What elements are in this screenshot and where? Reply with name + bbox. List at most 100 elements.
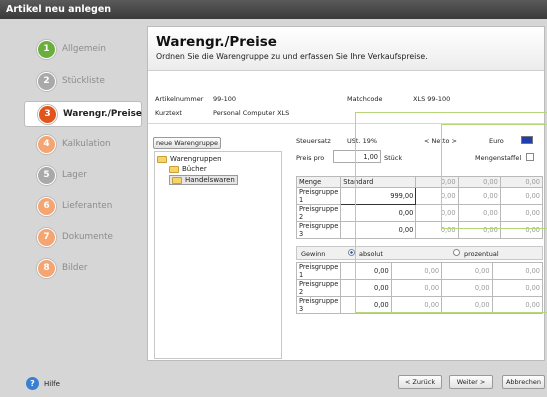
table-cell[interactable]: 0,00 — [415, 176, 459, 188]
page-subtitle: Ordnen Sie die Warengruppe zu und erfass… — [156, 52, 428, 61]
back-button[interactable]: < Zurück — [398, 375, 442, 389]
cancel-button[interactable]: Abbrechen — [502, 375, 545, 389]
profit-cell[interactable]: 0,00 — [441, 296, 493, 314]
staffel-label: Mengenstaffel — [475, 154, 522, 162]
profit-cell[interactable]: 0,00 — [390, 279, 443, 297]
step-lager[interactable]: 5 Lager — [24, 163, 142, 187]
step-number: 1 — [37, 39, 56, 59]
percent-radio[interactable] — [453, 249, 460, 256]
price-cell[interactable]: 0,00 — [499, 220, 544, 239]
folder-icon — [169, 165, 179, 173]
step-label: Allgemein — [62, 44, 106, 54]
step-dokumente[interactable]: 7 Dokumente — [24, 225, 142, 249]
profit-cell[interactable]: 0,00 — [390, 296, 443, 314]
profit-cell[interactable]: 0,00 — [390, 262, 443, 280]
dialog-window: Artikel neu anlegen 1 Allgemein 2 Stückl… — [0, 0, 547, 397]
step-number: 8 — [37, 258, 56, 278]
profit-header — [296, 246, 543, 260]
page-title: Warengr./Preise — [156, 34, 277, 50]
step-label: Bilder — [62, 263, 88, 273]
table-row: Menge Standard 0,00 0,00 0,00 — [295, 176, 544, 188]
step-lieferanten[interactable]: 6 Lieferanten — [24, 194, 142, 218]
table-cell[interactable]: 0,00 — [499, 176, 544, 188]
help-icon[interactable]: ? — [26, 377, 39, 390]
price-cell[interactable]: 0,00 — [340, 220, 417, 239]
step-label: Lager — [62, 170, 87, 180]
step-warengruppe-preise[interactable]: 3 Warengr./Preise — [24, 101, 142, 127]
price-cell[interactable]: 0,00 — [457, 220, 501, 239]
profit-cell[interactable]: 0,00 — [340, 279, 392, 297]
profit-cell[interactable]: 0,00 — [491, 262, 544, 280]
step-label: Dokumente — [62, 232, 113, 242]
panel-header: Warengr./Preise Ordnen Sie die Warengrup… — [148, 27, 544, 71]
tax-value: USt. 19% — [347, 137, 378, 145]
kurztext-label: Kurztext — [155, 109, 182, 117]
step-number: 2 — [37, 71, 56, 91]
tree-item-handelswaren[interactable]: Handelswaren — [169, 175, 238, 185]
tree-root[interactable]: Warengruppen — [157, 155, 222, 163]
profit-cell[interactable]: 0,00 — [340, 296, 392, 314]
price-cell[interactable]: 0,00 — [415, 220, 459, 239]
price-cell[interactable]: 0,00 — [415, 203, 459, 222]
matchcode-value: XLS 99-100 — [413, 95, 451, 103]
price-cell[interactable]: 0,00 — [499, 203, 544, 222]
new-group-button[interactable]: neue Warengruppe — [153, 137, 221, 149]
profit-cell[interactable]: 0,00 — [491, 279, 544, 297]
absolute-label: absolut — [359, 250, 383, 258]
article-number-label: Artikelnummer — [155, 95, 204, 103]
step-number: 7 — [37, 227, 56, 247]
unit-label: Stück — [384, 154, 403, 162]
percent-label: prozentual — [464, 250, 499, 258]
folder-icon — [172, 176, 182, 184]
row-label: Preisgruppe 3 — [295, 296, 342, 314]
absolute-radio[interactable] — [348, 249, 355, 256]
step-label: Stückliste — [62, 76, 105, 86]
currency-label: Euro — [489, 137, 504, 145]
step-kalkulation[interactable]: 4 Kalkulation — [24, 132, 142, 156]
profit-cell[interactable]: 0,00 — [340, 262, 392, 280]
table-row: Preisgruppe 1 999,00 0,00 0,00 0,00 — [295, 186, 544, 205]
wizard-steps: 1 Allgemein 2 Stückliste 3 Warengr./Prei… — [24, 26, 142, 326]
row-label: Preisgruppe 2 — [295, 279, 342, 297]
profit-cell[interactable]: 0,00 — [491, 296, 544, 314]
profit-cell[interactable]: 0,00 — [441, 279, 493, 297]
price-cell[interactable]: 0,00 — [457, 186, 501, 205]
tree-item-label: Handelswaren — [185, 176, 235, 184]
price-cell[interactable]: 999,00 — [340, 186, 417, 205]
step-stueckliste[interactable]: 2 Stückliste — [24, 69, 142, 93]
table-row: Preisgruppe 3 0,00 0,00 0,00 0,00 — [295, 296, 544, 314]
price-cell[interactable]: 0,00 — [499, 186, 544, 205]
help-label[interactable]: Hilfe — [44, 380, 60, 388]
profit-table: Preisgruppe 1 0,00 0,00 0,00 0,00 Preisg… — [295, 262, 544, 314]
profit-label: Gewinn — [301, 250, 326, 258]
tree-root-label: Warengruppen — [170, 155, 222, 163]
row-label: Preisgruppe 2 — [295, 203, 342, 222]
price-per-label: Preis pro — [296, 154, 325, 162]
tree-item-buecher[interactable]: Bücher — [169, 165, 207, 173]
folder-icon — [157, 155, 167, 163]
profit-cell[interactable]: 0,00 — [441, 262, 493, 280]
price-cell[interactable]: 0,00 — [415, 186, 459, 205]
price-table: Menge Standard 0,00 0,00 0,00 Preisgrupp… — [295, 176, 544, 239]
staffel-checkbox[interactable] — [526, 153, 534, 161]
price-per-input[interactable]: 1,00 — [333, 150, 381, 163]
step-number: 5 — [37, 165, 56, 185]
next-button[interactable]: Weiter > — [449, 375, 493, 389]
callout-line — [441, 228, 547, 229]
step-number: 3 — [38, 104, 57, 124]
step-label: Lieferanten — [62, 201, 113, 211]
window-title: Artikel neu anlegen — [0, 0, 547, 19]
table-cell: Standard — [340, 176, 417, 188]
price-cell[interactable]: 0,00 — [457, 203, 501, 222]
row-label: Preisgruppe 1 — [295, 262, 342, 280]
step-allgemein[interactable]: 1 Allgemein — [24, 37, 142, 61]
table-row: Preisgruppe 3 0,00 0,00 0,00 0,00 — [295, 220, 544, 239]
price-cell[interactable]: 0,00 — [340, 203, 417, 222]
callout-line — [441, 124, 442, 228]
tree-item-label: Bücher — [182, 165, 207, 173]
callout-line — [355, 312, 547, 313]
table-cell[interactable]: 0,00 — [457, 176, 501, 188]
step-bilder[interactable]: 8 Bilder — [24, 256, 142, 280]
step-number: 6 — [37, 196, 56, 216]
table-cell: Menge — [295, 176, 342, 188]
